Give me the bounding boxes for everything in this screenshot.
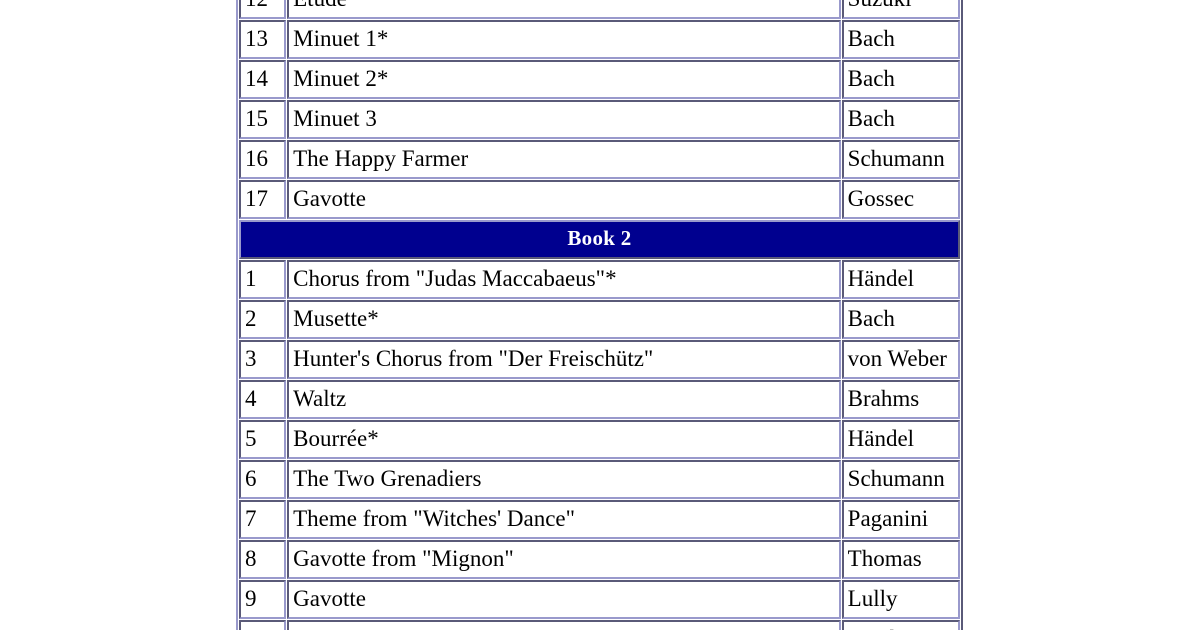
- repertoire-table: 12EtudeSuzuki13Minuet 1*Bach14Minuet 2*B…: [236, 0, 963, 630]
- table-row: 9 Gavotte Lully: [239, 580, 960, 619]
- piece-title-cell: Theme from "Witches' Dance": [287, 500, 841, 539]
- piece-number-cell: 5: [239, 420, 287, 459]
- piece-title-cell: Etude: [287, 0, 841, 19]
- table-row: 15 Minuet 3 Bach: [239, 100, 960, 139]
- piece-number-cell: 10: [239, 620, 287, 630]
- piece-number-cell: 17: [239, 180, 287, 219]
- table-row: 3 Hunter's Chorus from "Der Freischütz" vo…: [239, 340, 960, 379]
- piece-composer-cell: Händel: [841, 260, 960, 299]
- piece-composer-cell: Schumann: [841, 140, 960, 179]
- piece-title-cell: Bourrée*: [287, 420, 841, 459]
- section-header-label: Book 2: [239, 220, 960, 259]
- piece-title-cell: Gavotte: [287, 180, 841, 219]
- piece-number-cell: 8: [239, 540, 287, 579]
- piece-number-cell: 4: [239, 380, 287, 419]
- piece-composer-cell: Suzuki: [841, 0, 960, 19]
- piece-composer-cell: von Weber: [841, 340, 960, 379]
- piece-title-cell: Minuet 1*: [287, 20, 841, 59]
- piece-number-cell: 7: [239, 500, 287, 539]
- piece-composer-cell: Schumann: [841, 460, 960, 499]
- piece-title-cell: Gavotte: [287, 580, 841, 619]
- table-row: 5 Bourrée* Händel: [239, 420, 960, 459]
- repertoire-table-wrapper: 12EtudeSuzuki13Minuet 1*Bach14Minuet 2*B…: [236, 0, 963, 630]
- piece-composer-cell: Bach: [841, 300, 960, 339]
- piece-composer-cell: Bach: [841, 20, 960, 59]
- table-row: 2 Musette* Bach: [239, 300, 960, 339]
- piece-number-cell: 12: [239, 0, 287, 19]
- piece-number-cell: 15: [239, 100, 287, 139]
- piece-composer-cell: Gossec: [841, 180, 960, 219]
- piece-number-cell: 9: [239, 580, 287, 619]
- piece-composer-cell: Paganini: [841, 500, 960, 539]
- piece-composer-cell: Bach: [841, 60, 960, 99]
- piece-title-cell: Minuet 3: [287, 100, 841, 139]
- piece-title-cell: Minuet 2*: [287, 60, 841, 99]
- piece-number-cell: 3: [239, 340, 287, 379]
- piece-title-cell: Musette*: [287, 300, 841, 339]
- section-header-row: Book 2: [239, 220, 960, 259]
- page-viewport: 12EtudeSuzuki13Minuet 1*Bach14Minuet 2*B…: [0, 0, 1200, 630]
- piece-composer-cell: Händel: [841, 420, 960, 459]
- piece-number-cell: 14: [239, 60, 287, 99]
- table-row: 8 Gavotte from "Mignon" Thomas: [239, 540, 960, 579]
- table-row: 16 The Happy Farmer Schumann: [239, 140, 960, 179]
- table-row: 13 Minuet 1* Bach: [239, 20, 960, 59]
- table-row: 4 Waltz Brahms: [239, 380, 960, 419]
- piece-number-cell: 6: [239, 460, 287, 499]
- piece-number-cell: 16: [239, 140, 287, 179]
- table-row: 17 Gavotte Gossec: [239, 180, 960, 219]
- piece-title-cell: Minuet in G*: [287, 620, 841, 630]
- table-row: 1 Chorus from "Judas Maccabaeus"* Händel: [239, 260, 960, 299]
- piece-title-cell: Waltz: [287, 380, 841, 419]
- piece-composer-cell: Bach: [841, 100, 960, 139]
- piece-composer-cell: Lully: [841, 580, 960, 619]
- piece-title-cell: Gavotte from "Mignon": [287, 540, 841, 579]
- table-row: 12EtudeSuzuki: [239, 0, 960, 19]
- piece-number-cell: 13: [239, 20, 287, 59]
- table-row: 7 Theme from "Witches' Dance" Paganini: [239, 500, 960, 539]
- piece-composer-cell: Beethoven: [841, 620, 960, 630]
- piece-number-cell: 2: [239, 300, 287, 339]
- piece-number-cell: 1: [239, 260, 287, 299]
- piece-title-cell: The Happy Farmer: [287, 140, 841, 179]
- table-row: 10Minuet in G*Beethoven: [239, 620, 960, 630]
- piece-title-cell: Hunter's Chorus from "Der Freischütz": [287, 340, 841, 379]
- piece-composer-cell: Thomas: [841, 540, 960, 579]
- table-row: 14 Minuet 2* Bach: [239, 60, 960, 99]
- piece-title-cell: The Two Grenadiers: [287, 460, 841, 499]
- piece-title-cell: Chorus from "Judas Maccabaeus"*: [287, 260, 841, 299]
- table-row: 6 The Two Grenadiers Schumann: [239, 460, 960, 499]
- piece-composer-cell: Brahms: [841, 380, 960, 419]
